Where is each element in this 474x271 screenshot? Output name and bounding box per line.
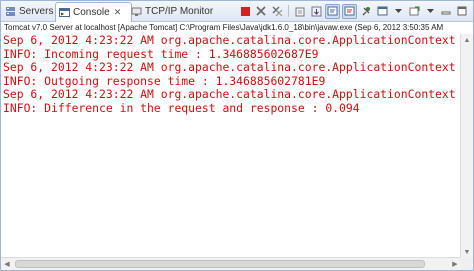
console-line: INFO: Outgoing response time : 1.3468856…: [3, 73, 326, 88]
remove-launch-button[interactable]: [254, 4, 268, 18]
horizontal-scroll-thumb[interactable]: [15, 260, 425, 268]
show-stdout-icon: [327, 6, 338, 15]
terminate-icon: [240, 6, 250, 16]
remove-all-button[interactable]: [270, 4, 284, 18]
tab-tcpip-monitor[interactable]: TCP/IP Monitor: [131, 3, 213, 20]
tab-servers[interactable]: Servers: [5, 3, 53, 20]
vertical-scrollbar[interactable]: ▲ ▼: [460, 34, 473, 258]
maximize-button[interactable]: [455, 4, 469, 18]
chevron-down-icon: [394, 8, 402, 13]
scroll-left-icon[interactable]: ◀: [1, 258, 13, 270]
scroll-lock-icon: [311, 6, 321, 16]
scroll-down-icon[interactable]: ▼: [461, 246, 473, 258]
pin-console-button[interactable]: [359, 4, 373, 18]
process-status-line: Tomcat v7.0 Server at localhost [Apache …: [4, 23, 444, 32]
tab-tcpip-monitor-label: TCP/IP Monitor: [145, 6, 214, 17]
toolbar-separator: [288, 5, 289, 17]
chevron-down-icon: [426, 8, 434, 13]
pin-icon: [362, 6, 370, 15]
console-line: Sep 6, 2012 4:23:22 AM org.apache.catali…: [3, 60, 460, 75]
view-tab-bar: Servers Console ✕ TCP/IP Monitor: [1, 1, 473, 22]
display-console-icon: [377, 6, 387, 15]
console-output[interactable]: Sep 6, 2012 4:23:22 AM org.apache.catali…: [3, 34, 460, 261]
vertical-scroll-track[interactable]: [461, 46, 473, 246]
scroll-lock-button[interactable]: [309, 4, 323, 18]
tab-console-label: Console: [73, 7, 110, 18]
scrollbar-corner: [461, 258, 473, 270]
horizontal-scrollbar[interactable]: ◀ ▶: [1, 257, 461, 270]
console-line: Sep 6, 2012 4:23:22 AM org.apache.catali…: [3, 87, 460, 102]
display-console-dropdown[interactable]: [391, 4, 405, 18]
open-console-button[interactable]: [407, 4, 421, 18]
maximize-icon: [457, 6, 467, 16]
open-console-dropdown[interactable]: [423, 4, 437, 18]
display-console-button[interactable]: [375, 4, 389, 18]
tcpip-monitor-icon: [131, 7, 142, 16]
open-console-icon: [409, 6, 419, 15]
console-line: INFO: Incoming request time : 1.34688560…: [3, 46, 319, 61]
close-icon[interactable]: ✕: [114, 7, 122, 18]
show-stdout-toggle[interactable]: [325, 3, 340, 19]
clear-console-icon: [295, 7, 304, 16]
tab-servers-label: Servers: [19, 6, 54, 17]
minimize-button[interactable]: [439, 4, 453, 18]
console-toolbar: [238, 3, 469, 19]
scroll-right-icon[interactable]: ▶: [449, 258, 461, 270]
console-line: Sep 6, 2012 4:23:22 AM org.apache.catali…: [3, 34, 460, 47]
clear-console-button[interactable]: [293, 4, 307, 18]
tab-console[interactable]: Console ✕: [55, 2, 132, 22]
remove-all-icon: [272, 6, 282, 16]
scroll-up-icon[interactable]: ▲: [461, 34, 473, 46]
show-stderr-icon: [344, 6, 355, 15]
show-stderr-toggle[interactable]: [342, 3, 357, 19]
minimize-icon: [441, 11, 451, 15]
console-line: INFO: Difference in the request and resp…: [3, 100, 360, 115]
console-icon: [59, 8, 70, 17]
terminate-button[interactable]: [238, 4, 252, 18]
servers-icon: [6, 7, 15, 16]
remove-launch-icon: [256, 6, 266, 16]
console-view: Servers Console ✕ TCP/IP Monitor Tomcat …: [0, 0, 474, 271]
